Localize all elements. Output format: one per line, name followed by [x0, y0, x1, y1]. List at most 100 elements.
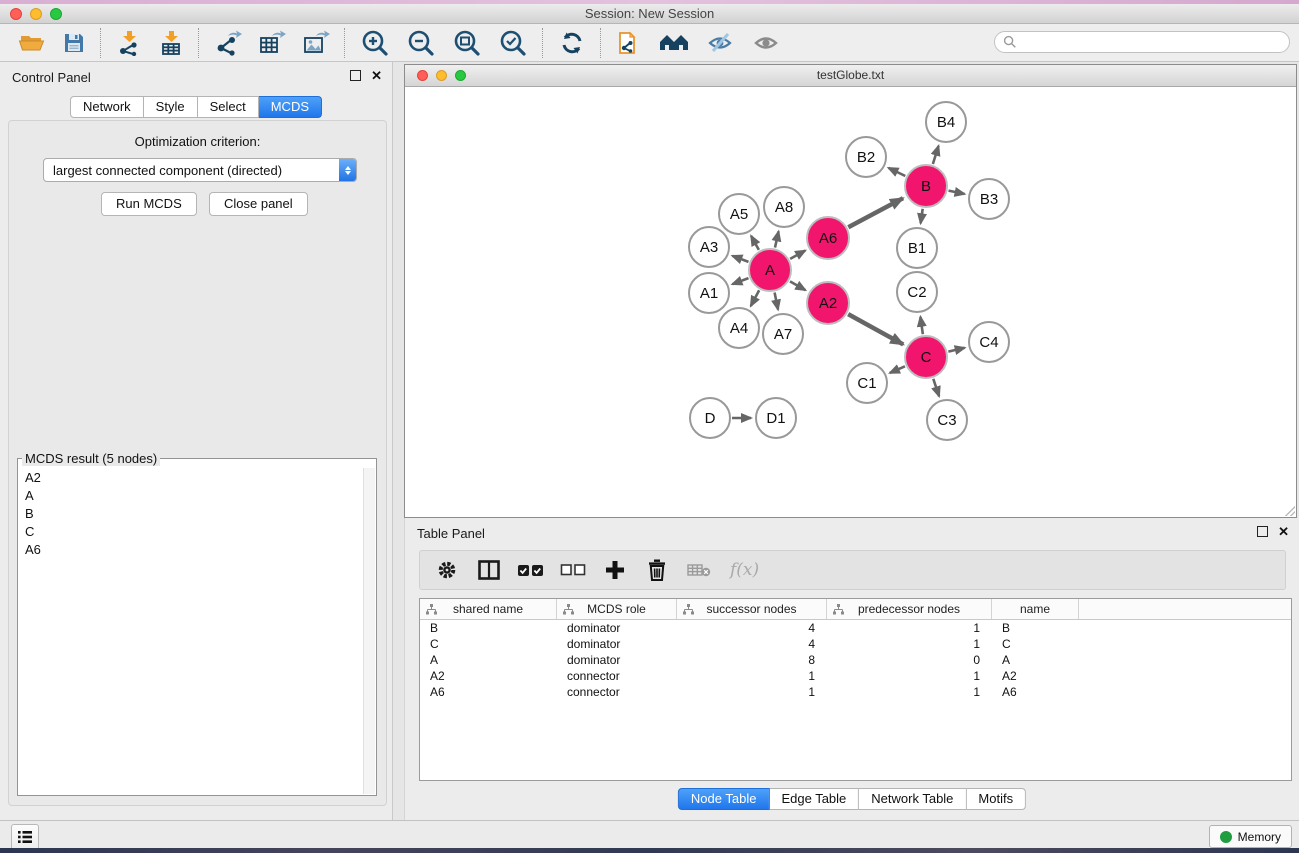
edge-B-B2[interactable]: [889, 168, 906, 176]
edge-A-A4[interactable]: [751, 290, 759, 306]
column-header-successor-nodes[interactable]: successor nodes: [677, 599, 827, 619]
result-item[interactable]: A: [19, 486, 364, 504]
edge-A-A3[interactable]: [732, 256, 748, 262]
run-mcds-button[interactable]: Run MCDS: [101, 192, 197, 216]
table-settings-button[interactable]: [428, 553, 466, 587]
tab-motifs[interactable]: Motifs: [966, 788, 1026, 810]
edge-C-C4[interactable]: [948, 348, 964, 352]
edge-A6-B[interactable]: [848, 198, 903, 227]
result-item[interactable]: B: [19, 504, 364, 522]
network-minimize-button[interactable]: [436, 70, 447, 81]
network-canvas[interactable]: B4B2BB3A8A5A6A3B1AC2A1A2A4A7C4CC1C3DD1: [405, 87, 1296, 517]
column-label: shared name: [453, 602, 523, 616]
mcds-result-scrollbar[interactable]: [363, 468, 375, 794]
edge-A-A2[interactable]: [790, 281, 805, 290]
close-table-panel-icon[interactable]: ✕: [1278, 526, 1289, 537]
zoom-selected-icon: [498, 28, 528, 58]
export-table-button[interactable]: [250, 27, 294, 59]
zoom-fit-icon: [452, 28, 482, 58]
hide-graphics-details-button[interactable]: [698, 27, 744, 59]
table-row[interactable]: Adominator80A: [420, 652, 1291, 668]
result-item[interactable]: C: [19, 522, 364, 540]
tab-style[interactable]: Style: [144, 96, 198, 118]
table-row[interactable]: Cdominator41C: [420, 636, 1291, 652]
edge-C-C2[interactable]: [920, 317, 922, 334]
edge-A-A1[interactable]: [732, 278, 748, 284]
delete-row-button[interactable]: [638, 553, 676, 587]
show-graphics-details-button[interactable]: [744, 27, 790, 59]
show-column-button[interactable]: [470, 553, 508, 587]
import-table-button[interactable]: [150, 27, 192, 59]
memory-button[interactable]: Memory: [1209, 825, 1292, 848]
result-item[interactable]: A2: [19, 468, 364, 486]
node-label-A1: A1: [700, 285, 718, 302]
gear-icon: [436, 559, 458, 581]
resize-grip-icon[interactable]: [1285, 506, 1295, 516]
cell-shared_name: A: [420, 652, 557, 668]
zoom-in-button[interactable]: [352, 27, 398, 59]
export-network-icon: [214, 30, 242, 56]
export-network-button[interactable]: [206, 27, 250, 59]
table-row[interactable]: A2connector11A2: [420, 668, 1291, 684]
edge-A-A7[interactable]: [775, 293, 778, 310]
network-zoom-button[interactable]: [455, 70, 466, 81]
table-row[interactable]: A6connector11A6: [420, 684, 1291, 700]
search-input[interactable]: [1017, 32, 1289, 52]
edge-A-A6[interactable]: [790, 251, 805, 259]
edge-B-B1[interactable]: [921, 209, 923, 223]
import-network-button[interactable]: [108, 27, 150, 59]
deselect-all-button[interactable]: [554, 553, 592, 587]
column-header-mcds-role[interactable]: MCDS role: [557, 599, 677, 619]
float-table-panel-icon[interactable]: [1257, 526, 1268, 537]
tab-edge-table[interactable]: Edge Table: [769, 788, 859, 810]
node-label-A8: A8: [775, 199, 793, 216]
column-header-predecessor-nodes[interactable]: predecessor nodes: [827, 599, 992, 619]
tab-node-table[interactable]: Node Table: [678, 788, 770, 810]
float-panel-icon[interactable]: [350, 70, 361, 81]
close-window-button[interactable]: [10, 8, 22, 20]
network-file-icon: [616, 29, 642, 57]
select-all-button[interactable]: [512, 553, 550, 587]
table-panel: Table Panel ✕: [404, 518, 1299, 820]
cell-predecessor_nodes: 0: [827, 652, 992, 668]
open-file-button[interactable]: [10, 27, 54, 59]
show-panels-button[interactable]: [11, 824, 39, 850]
table-row[interactable]: Bdominator41B: [420, 620, 1291, 636]
tab-network-table[interactable]: Network Table: [859, 788, 966, 810]
delete-table-button[interactable]: [680, 553, 718, 587]
save-session-button[interactable]: [54, 27, 94, 59]
search-box[interactable]: [994, 31, 1290, 53]
tab-mcds[interactable]: MCDS: [259, 96, 322, 118]
tab-network[interactable]: Network: [70, 96, 144, 118]
home-button[interactable]: [650, 27, 698, 59]
close-panel-icon[interactable]: ✕: [371, 70, 382, 81]
edge-A-A8[interactable]: [775, 231, 779, 247]
close-panel-button[interactable]: Close panel: [209, 192, 308, 216]
zoom-out-button[interactable]: [398, 27, 444, 59]
column-header-shared-name[interactable]: shared name: [420, 599, 557, 619]
new-network-from-file-button[interactable]: [608, 27, 650, 59]
add-row-button[interactable]: [596, 553, 634, 587]
criterion-select[interactable]: largest connected component (directed): [43, 158, 357, 182]
zoom-fit-button[interactable]: [444, 27, 490, 59]
zoom-window-button[interactable]: [50, 8, 62, 20]
network-close-button[interactable]: [417, 70, 428, 81]
edge-C-C1[interactable]: [890, 366, 905, 373]
network-graph: B4B2BB3A8A5A6A3B1AC2A1A2A4A7C4CC1C3DD1: [405, 87, 1296, 517]
control-panel-tabs: NetworkStyleSelectMCDS: [70, 96, 322, 118]
cell-predecessor_nodes: 1: [827, 668, 992, 684]
edge-B-B3[interactable]: [949, 191, 965, 194]
edge-C-C3[interactable]: [933, 379, 939, 396]
edge-B-B4[interactable]: [933, 146, 939, 164]
zoom-selected-button[interactable]: [490, 27, 536, 59]
node-label-C4: C4: [979, 334, 998, 351]
export-image-button[interactable]: [294, 27, 338, 59]
edge-A2-C[interactable]: [848, 314, 903, 344]
tab-select[interactable]: Select: [198, 96, 259, 118]
column-header-name[interactable]: name: [992, 599, 1079, 619]
result-item[interactable]: A6: [19, 540, 364, 558]
minimize-window-button[interactable]: [30, 8, 42, 20]
edge-A-A5[interactable]: [751, 236, 759, 250]
function-builder-button[interactable]: f(x): [722, 553, 767, 587]
refresh-button[interactable]: [550, 27, 594, 59]
